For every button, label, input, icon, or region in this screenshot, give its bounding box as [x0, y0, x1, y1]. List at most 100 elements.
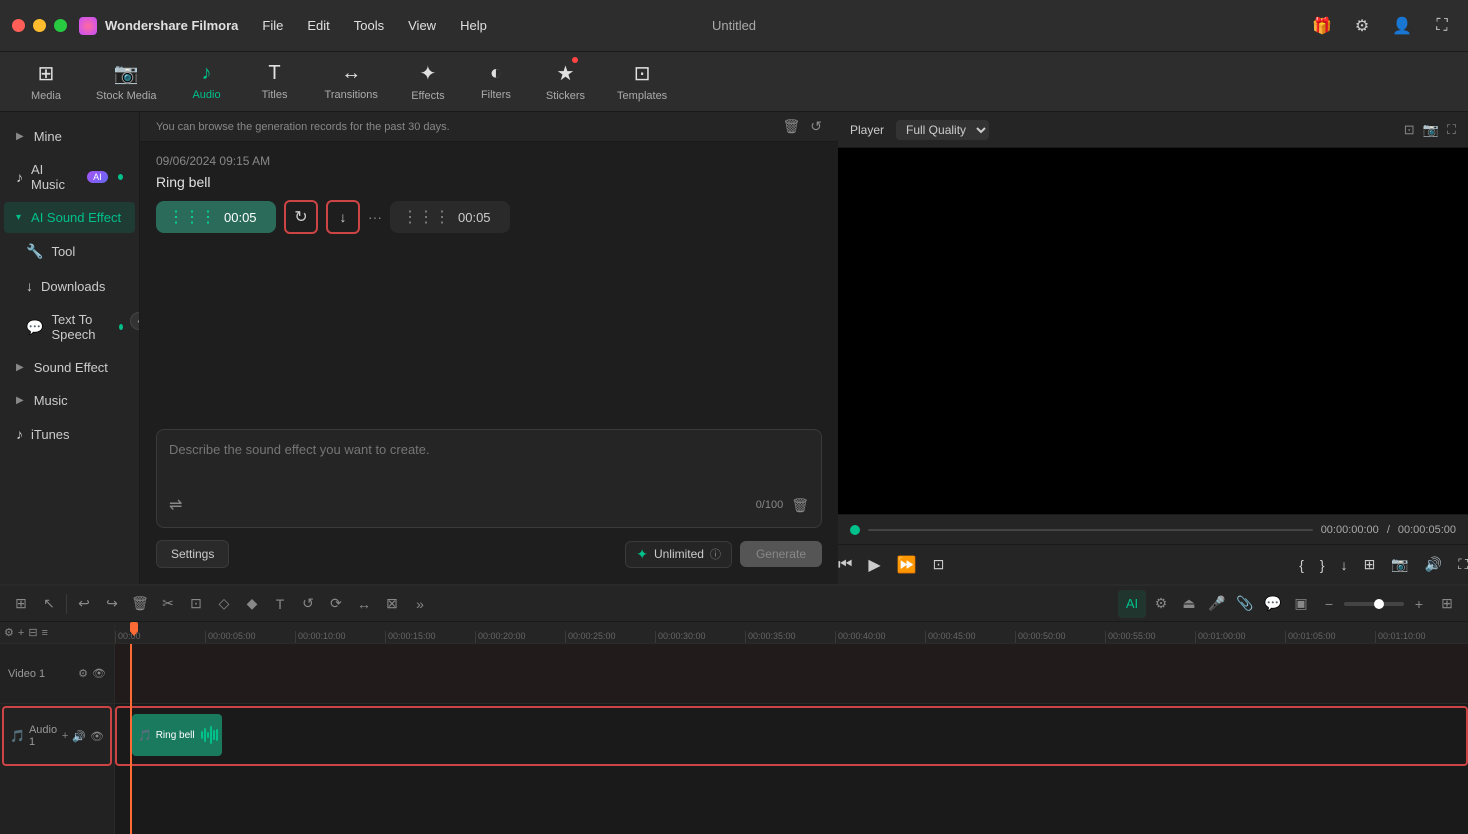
cursor-indicator[interactable]: ↻	[284, 200, 318, 234]
attach-button[interactable]: 📎	[1232, 591, 1258, 617]
out-point-button[interactable]: }	[1320, 557, 1325, 573]
audio1-eye-icon[interactable]: 👁	[90, 730, 104, 743]
cut-button[interactable]: ✂	[155, 591, 181, 617]
screenshot-icon[interactable]: 📷	[1423, 122, 1439, 138]
toolbar-filters[interactable]: ◐ Filters	[466, 56, 526, 107]
zoom-out-button[interactable]: −	[1316, 591, 1342, 617]
pip-button[interactable]: ▣	[1288, 591, 1314, 617]
add-track-icon[interactable]: +	[18, 627, 24, 639]
settings-tl-button[interactable]: ⚙	[1148, 591, 1174, 617]
delete-records-icon[interactable]: 🗑	[782, 118, 800, 135]
redo-button[interactable]: ↪	[99, 591, 125, 617]
player-timeline[interactable]: 00:00:00:00 / 00:00:05:00	[838, 514, 1468, 544]
marker-button[interactable]: ↓	[1341, 557, 1348, 573]
add-to-timeline-button[interactable]: ⊞	[1364, 556, 1376, 573]
sidebar-item-ai-sound-effect[interactable]: ▾ AI Sound Effect	[4, 202, 135, 233]
audio-tl-button[interactable]: 🎤	[1204, 591, 1230, 617]
toolbar-effects[interactable]: ✦ Effects	[398, 55, 458, 108]
refresh-icon[interactable]: ↺	[810, 118, 822, 135]
toolbar-stock-media[interactable]: 📷 Stock Media	[84, 55, 169, 108]
download-button[interactable]: ↓	[326, 200, 360, 234]
audio-card-1[interactable]: ⋮⋮⋮ 00:05	[156, 201, 276, 233]
timeline-scrubber[interactable]	[868, 529, 1313, 531]
play-forward-button[interactable]: ⏩	[897, 555, 917, 575]
timeline-add-button[interactable]: ⊞	[8, 591, 34, 617]
ring-bell-clip[interactable]: 🎵 Ring bell	[132, 714, 222, 756]
sidebar-item-itunes[interactable]: ♪ iTunes	[4, 418, 135, 450]
prompt-input[interactable]	[169, 442, 809, 482]
crop-control-button[interactable]: ⊡	[933, 556, 945, 573]
sidebar-item-music[interactable]: ▶ Music	[4, 385, 135, 416]
split-audio-button[interactable]: ⊠	[379, 591, 405, 617]
play-button[interactable]: ▶	[868, 555, 880, 575]
generate-button[interactable]: Generate	[740, 541, 822, 567]
clear-prompt-icon[interactable]: 🗑	[791, 497, 809, 514]
zoom-handle[interactable]	[1374, 599, 1384, 609]
audio1-track-row[interactable]: 🎵 Ring bell	[115, 706, 1468, 766]
video1-eye-icon[interactable]: 👁	[92, 667, 106, 680]
toolbar-stickers[interactable]: ★ Stickers	[534, 55, 597, 108]
shuffle-icon[interactable]: ⇌	[169, 495, 182, 515]
audio-card-2[interactable]: ⋮⋮⋮ 00:05	[390, 201, 510, 233]
quality-select[interactable]: Full Quality	[896, 120, 989, 140]
ai-tl-button[interactable]: AI	[1118, 590, 1146, 618]
toolbar-titles[interactable]: T Titles	[245, 56, 305, 107]
timeline-settings-icon[interactable]: ⚙	[4, 626, 14, 639]
settings-icon[interactable]: ⚙	[1348, 12, 1376, 40]
volume-button[interactable]: 🔊	[1425, 556, 1442, 573]
close-button[interactable]	[12, 19, 25, 32]
fullscreen-icon[interactable]: ⛶	[1428, 12, 1456, 40]
audio1-speaker-icon[interactable]: 🔊	[72, 730, 86, 743]
menu-tools[interactable]: Tools	[350, 16, 388, 35]
crop-timeline-button[interactable]: ⊡	[183, 591, 209, 617]
menu-edit[interactable]: Edit	[303, 16, 333, 35]
sidebar-item-mine[interactable]: ▶ Mine	[4, 121, 135, 152]
sidebar-item-text-to-speech[interactable]: 💬 Text To Speech	[4, 304, 135, 350]
grid-button[interactable]: ⊞	[1434, 591, 1460, 617]
text-button[interactable]: T	[267, 591, 293, 617]
delete-timeline-button[interactable]: 🗑	[127, 591, 153, 617]
expand-icon[interactable]: ⛶	[1447, 122, 1456, 138]
menu-view[interactable]: View	[404, 16, 440, 35]
skip-back-button[interactable]: ⏮	[838, 556, 852, 574]
speed-button[interactable]: ⟳	[323, 591, 349, 617]
unlimited-badge[interactable]: ✦ Unlimited ⓘ	[625, 541, 732, 568]
toolbar-transitions[interactable]: ↔ Transitions	[313, 56, 390, 107]
traffic-lights[interactable]	[12, 19, 67, 32]
menu-help[interactable]: Help	[456, 16, 491, 35]
in-point-button[interactable]: {	[1299, 557, 1304, 573]
minimize-button[interactable]	[33, 19, 46, 32]
video1-track-row[interactable]	[115, 644, 1468, 704]
transition-tl-button[interactable]: ↔	[351, 591, 377, 617]
keyframe-button[interactable]: ◆	[239, 591, 265, 617]
more-tl-button[interactable]: »	[407, 591, 433, 617]
toolbar-media[interactable]: ⊞ Media	[16, 55, 76, 108]
audio1-type-icon[interactable]: 🎵	[10, 729, 25, 743]
sidebar-item-tool[interactable]: 🔧 Tool	[4, 235, 135, 268]
gift-icon[interactable]: 🎁	[1308, 12, 1336, 40]
toolbar-audio[interactable]: ♪ Audio	[177, 56, 237, 107]
mask-button[interactable]: ◇	[211, 591, 237, 617]
fullscreen-player-button[interactable]: ⛶	[1458, 556, 1468, 573]
menu-file[interactable]: File	[258, 16, 287, 35]
maximize-button[interactable]	[54, 19, 67, 32]
caption-button[interactable]: 💬	[1260, 591, 1286, 617]
settings-button[interactable]: Settings	[156, 540, 229, 568]
playhead-dot[interactable]	[850, 525, 860, 535]
crop-icon[interactable]: ⊡	[1404, 122, 1415, 138]
toolbar-templates[interactable]: ⊡ Templates	[605, 55, 679, 108]
timeline-ruler[interactable]: 00:00 00:00:05:00 00:00:10:00 00:00:15:0…	[115, 622, 1468, 644]
zoom-slider[interactable]	[1344, 602, 1404, 606]
video1-settings-icon[interactable]: ⚙	[78, 667, 88, 680]
sidebar-item-downloads[interactable]: ↓ Downloads	[4, 270, 135, 302]
zoom-in-button[interactable]: +	[1406, 591, 1432, 617]
more-tracks-icon[interactable]: ≡	[42, 627, 48, 639]
undo-button[interactable]: ↩	[71, 591, 97, 617]
audio1-add-icon[interactable]: +	[62, 730, 68, 743]
sidebar-item-ai-music[interactable]: ♪ AI Music AI	[4, 154, 135, 200]
collapse-tracks-icon[interactable]: ⊟	[28, 626, 37, 639]
marker-tl-button[interactable]: ⏏	[1176, 591, 1202, 617]
timeline-select-button[interactable]: ↖	[36, 591, 62, 617]
loop-button[interactable]: ↺	[295, 591, 321, 617]
screenshot-ctrl-button[interactable]: 📷	[1391, 556, 1408, 573]
